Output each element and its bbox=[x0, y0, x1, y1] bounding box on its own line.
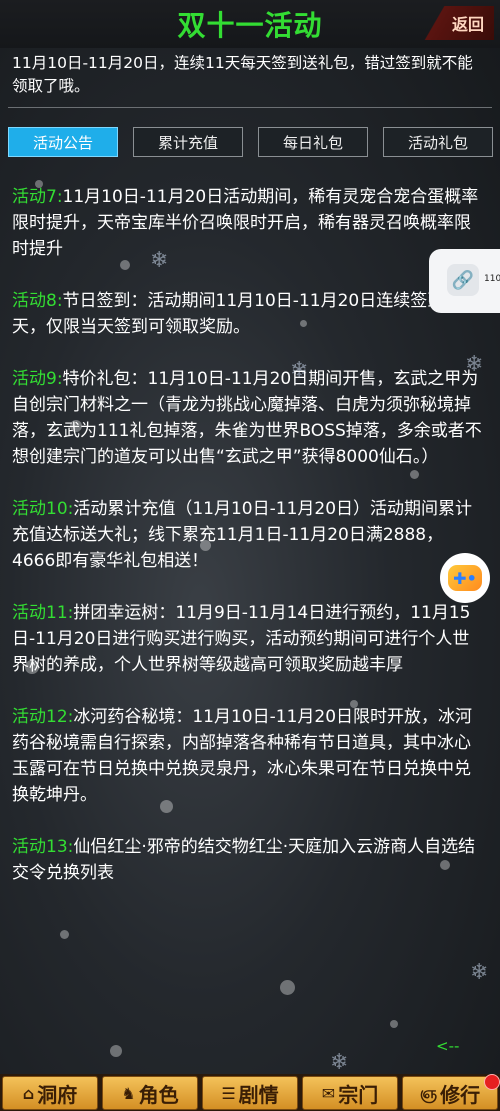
gamepad-icon: ✚• bbox=[448, 565, 482, 591]
activity-label: 活动12: bbox=[12, 707, 74, 727]
activity-item: 活动7:11月10日-11月20日活动期间，稀有灵宠合宠合蛋概率限时提升，天帝宝… bbox=[12, 184, 482, 262]
nav-label: 洞府 bbox=[37, 1082, 78, 1107]
nav-label: 修行 bbox=[440, 1082, 481, 1107]
back-label: 返回 bbox=[451, 15, 484, 34]
activity-item: 活动11:拼团幸运树：11月9日-11月14日进行预约，11月15日-11月20… bbox=[12, 600, 482, 678]
header-bar: 双十一活动 返回 bbox=[0, 0, 500, 48]
activity-label: 活动8: bbox=[12, 291, 63, 311]
divider bbox=[8, 107, 492, 108]
floating-text: 1106 bbox=[484, 274, 500, 284]
nav-label: 宗门 bbox=[338, 1082, 379, 1107]
activity-text: 仙侣红尘·邪帝的结交物红尘·天庭加入云游商人自选结交令兑换列表 bbox=[12, 837, 476, 883]
activity-item: 活动9:特价礼包：11月10日-11月20日期间开售，玄武之甲为自创宗门材料之一… bbox=[12, 366, 482, 470]
activity-label: 活动9: bbox=[12, 369, 63, 389]
story-icon: ☰ bbox=[221, 1083, 236, 1103]
activity-item: 活动10:活动累计充值（11月10日-11月20日）活动期间累计充值达标送大礼；… bbox=[12, 496, 482, 574]
activity-text: 冰河药谷秘境：11月10日-11月20日限时开放，冰河药谷秘境需自行探索，内部掉… bbox=[12, 707, 473, 805]
sect-icon: ✉ bbox=[321, 1083, 336, 1103]
activity-item: 活动12:冰河药谷秘境：11月10日-11月20日限时开放，冰河药谷秘境需自行探… bbox=[12, 704, 482, 808]
nav-sect-button[interactable]: ✉ 宗门 bbox=[302, 1076, 398, 1110]
activity-text: 拼团幸运树：11月9日-11月14日进行预约，11月15日-11月20日进行购买… bbox=[12, 603, 471, 675]
nav-label: 角色 bbox=[138, 1082, 179, 1107]
activity-item: 活动13:仙侣红尘·邪帝的结交物红尘·天庭加入云游商人自选结交令兑换列表 bbox=[12, 834, 482, 886]
activity-label: 活动10: bbox=[12, 499, 74, 519]
activity-text: 11月10日-11月20日活动期间，稀有灵宠合宠合蛋概率限时提升，天帝宝库半价召… bbox=[12, 187, 479, 259]
role-icon: ♞ bbox=[121, 1083, 136, 1103]
intro-text: 11月10日-11月20日，连续11天每天签到送礼包，错过签到就不能领取了哦。 bbox=[12, 54, 473, 95]
activity-label: 活动11: bbox=[12, 603, 74, 623]
tab-bar: 活动公告 累计充值 每日礼包 活动礼包 bbox=[0, 127, 500, 159]
nav-label: 剧情 bbox=[238, 1082, 279, 1107]
activity-text: 活动累计充值（11月10日-11月20日）活动期间累计充值达标送大礼；线下累充1… bbox=[12, 499, 473, 571]
back-button[interactable]: 返回 bbox=[414, 6, 494, 40]
activity-label: 活动13: bbox=[12, 837, 74, 857]
link-icon: 🔗 bbox=[447, 264, 479, 296]
nav-role-button[interactable]: ♞ 角色 bbox=[102, 1076, 198, 1110]
nav-cave-button[interactable]: ⌂ 洞府 bbox=[2, 1076, 98, 1110]
nav-story-button[interactable]: ☰ 剧情 bbox=[202, 1076, 298, 1110]
activity-label: 活动7: bbox=[12, 187, 63, 207]
activity-list: 活动7:11月10日-11月20日活动期间，稀有灵宠合宠合蛋概率限时提升，天帝宝… bbox=[12, 184, 482, 912]
game-center-button[interactable]: ✚• bbox=[440, 553, 490, 603]
tab-daily-gift[interactable]: 每日礼包 bbox=[258, 127, 368, 157]
tab-announcement[interactable]: 活动公告 bbox=[8, 127, 118, 157]
bottom-nav: ⌂ 洞府 ♞ 角色 ☰ 剧情 ✉ 宗门 ஞ 修行 bbox=[0, 1074, 500, 1111]
activity-text: 节日签到：活动期间11月10日-11月20日连续签到11天，仅限当天签到可领取奖… bbox=[12, 291, 466, 337]
activity-item: 活动8:节日签到：活动期间11月10日-11月20日连续签到11天，仅限当天签到… bbox=[12, 288, 482, 340]
floating-link-widget[interactable]: 🔗 1106 bbox=[429, 249, 500, 313]
practice-icon: ஞ bbox=[419, 1082, 438, 1102]
tab-cumulative-recharge[interactable]: 累计充值 bbox=[133, 127, 243, 157]
scroll-hint-arrow[interactable]: <-- bbox=[436, 1037, 459, 1055]
activity-text: 特价礼包：11月10日-11月20日期间开售，玄武之甲为自创宗门材料之一（青龙为… bbox=[12, 369, 482, 467]
cave-icon: ⌂ bbox=[22, 1083, 35, 1103]
notification-dot bbox=[484, 1074, 500, 1090]
tab-event-gift[interactable]: 活动礼包 bbox=[383, 127, 493, 157]
